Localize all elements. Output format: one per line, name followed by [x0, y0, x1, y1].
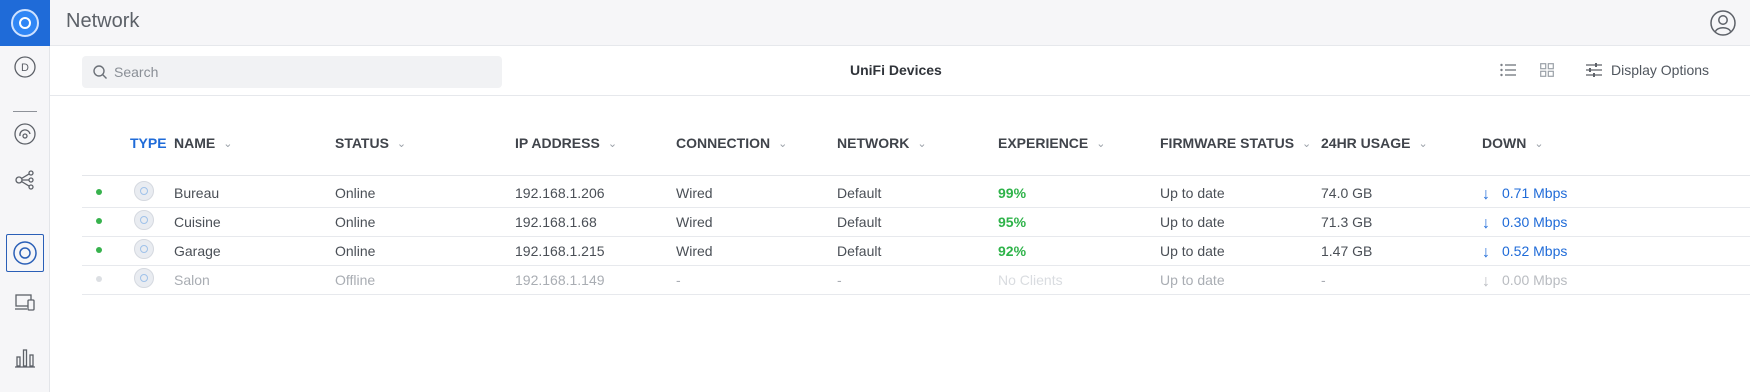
grid-view-icon[interactable]	[1540, 63, 1554, 77]
device-down-rate: ↓ 0.52 Mbps	[1482, 243, 1568, 261]
device-network: Default	[837, 214, 882, 230]
sidebar-item-clients[interactable]	[0, 280, 50, 324]
device-status: Online	[335, 214, 376, 230]
arrow-down-icon: ↓	[1482, 186, 1490, 203]
column-header-type[interactable]: TYPE ^	[130, 135, 180, 151]
chevron-down-icon: ⌄	[917, 137, 927, 150]
device-firmware: Up to date	[1160, 272, 1225, 288]
sidebar-item-insights[interactable]	[0, 336, 50, 380]
sliders-icon	[1586, 63, 1602, 77]
unifi-logo-icon	[11, 9, 39, 37]
device-name: Salon	[174, 272, 210, 288]
search-input[interactable]	[114, 56, 494, 88]
online-status-dot	[96, 247, 102, 253]
insights-icon	[15, 349, 35, 368]
column-header-ip-address[interactable]: IP ADDRESS ⌄	[515, 135, 617, 151]
device-experience: 92%	[998, 243, 1027, 259]
online-status-dot	[96, 218, 102, 224]
table-row[interactable]: Garage Online 192.168.1.215 Wired Defaul…	[82, 234, 1750, 266]
chevron-down-icon: ⌄	[396, 137, 407, 150]
device-connection: -	[676, 272, 681, 288]
device-connection: Wired	[676, 214, 713, 230]
access-point-icon	[134, 239, 154, 259]
device-connection: Wired	[676, 243, 713, 259]
column-header-network[interactable]: NETWORK ⌄	[837, 135, 927, 151]
column-header-connection[interactable]: CONNECTION ⌄	[676, 135, 787, 151]
sidebar-item-dashboard[interactable]: D	[0, 45, 50, 89]
chevron-down-icon: ⌄	[1302, 137, 1312, 150]
device-name: Garage	[174, 243, 221, 259]
search-box[interactable]	[82, 56, 502, 88]
device-name: Cuisine	[174, 214, 221, 230]
table-row[interactable]: Bureau Online 192.168.1.206 Wired Defaul…	[82, 176, 1750, 208]
arrow-down-icon: ↓	[1482, 273, 1490, 290]
device-connection: Wired	[676, 185, 713, 201]
device-ip: 192.168.1.206	[515, 185, 605, 201]
device-name: Bureau	[174, 185, 220, 201]
app-title: Network	[66, 10, 140, 32]
device-firmware: Up to date	[1160, 214, 1225, 230]
table-row[interactable]: Cuisine Online 192.168.1.68 Wired Defaul…	[82, 205, 1750, 237]
column-header-down[interactable]: DOWN ⌄	[1482, 135, 1544, 151]
chevron-down-icon: ⌄	[1418, 137, 1428, 150]
column-header-status[interactable]: STATUS ⌄	[335, 135, 406, 151]
device-usage: 74.0 GB	[1321, 185, 1373, 201]
search-icon	[93, 65, 107, 79]
table-row[interactable]: Salon Offline 192.168.1.149 - - No Clien…	[82, 263, 1750, 295]
access-point-icon	[134, 268, 154, 288]
list-view-icon[interactable]	[1500, 63, 1516, 77]
topology-icon	[15, 170, 34, 190]
column-header-experience[interactable]: EXPERIENCE ⌄	[998, 135, 1105, 151]
toolbar: UniFi Devices Display Options	[50, 46, 1750, 96]
device-down-rate: ↓ 0.00 Mbps	[1482, 272, 1568, 290]
chevron-down-icon: ⌄	[778, 137, 788, 150]
device-usage: 71.3 GB	[1321, 214, 1373, 230]
display-options-button[interactable]: Display Options	[1586, 59, 1709, 81]
column-header-24hr-usage[interactable]: 24HR USAGE ⌄	[1321, 135, 1428, 151]
device-ip: 192.168.1.149	[515, 272, 605, 288]
chevron-down-icon: ⌄	[223, 137, 233, 150]
page-title: UniFi Devices	[850, 62, 942, 78]
device-ip: 192.168.1.215	[515, 243, 605, 259]
chevron-down-icon: ⌄	[1534, 137, 1544, 150]
column-header-firmware-status[interactable]: FIRMWARE STATUS ⌄	[1160, 135, 1311, 151]
top-bar: Network	[50, 0, 1750, 46]
column-header-name[interactable]: NAME ⌄	[174, 135, 232, 151]
device-experience: No Clients	[998, 272, 1063, 288]
device-experience: 99%	[998, 185, 1027, 201]
arrow-down-icon: ↓	[1482, 244, 1490, 261]
online-status-dot	[96, 189, 102, 195]
device-ip: 192.168.1.68	[515, 214, 597, 230]
arrow-down-icon: ↓	[1482, 215, 1490, 232]
statistics-icon	[14, 123, 36, 145]
access-point-icon	[134, 210, 154, 230]
device-network: Default	[837, 185, 882, 201]
device-usage: -	[1321, 272, 1326, 288]
user-avatar-icon[interactable]	[1710, 10, 1736, 36]
offline-status-dot	[96, 276, 102, 282]
device-down-rate: ↓ 0.30 Mbps	[1482, 214, 1568, 232]
unifi-logo[interactable]	[0, 0, 50, 46]
device-status: Online	[335, 243, 376, 259]
device-firmware: Up to date	[1160, 185, 1225, 201]
chevron-down-icon: ⌄	[1096, 137, 1106, 150]
svg-text:D: D	[21, 62, 29, 74]
device-network: Default	[837, 243, 882, 259]
dashboard-icon: D	[14, 56, 36, 78]
clients-icon	[15, 294, 35, 311]
device-experience: 95%	[998, 214, 1027, 230]
device-network: -	[837, 272, 842, 288]
device-firmware: Up to date	[1160, 243, 1225, 259]
sidebar-item-statistics[interactable]	[0, 112, 50, 156]
sidebar: D	[0, 0, 50, 392]
access-point-icon	[134, 181, 154, 201]
device-down-rate: ↓ 0.71 Mbps	[1482, 185, 1568, 203]
device-status: Offline	[335, 272, 376, 288]
sidebar-item-topology[interactable]	[0, 158, 50, 202]
device-usage: 1.47 GB	[1321, 243, 1373, 259]
display-options-label: Display Options	[1611, 62, 1710, 78]
chevron-down-icon: ⌄	[607, 137, 618, 150]
device-status: Online	[335, 185, 376, 201]
